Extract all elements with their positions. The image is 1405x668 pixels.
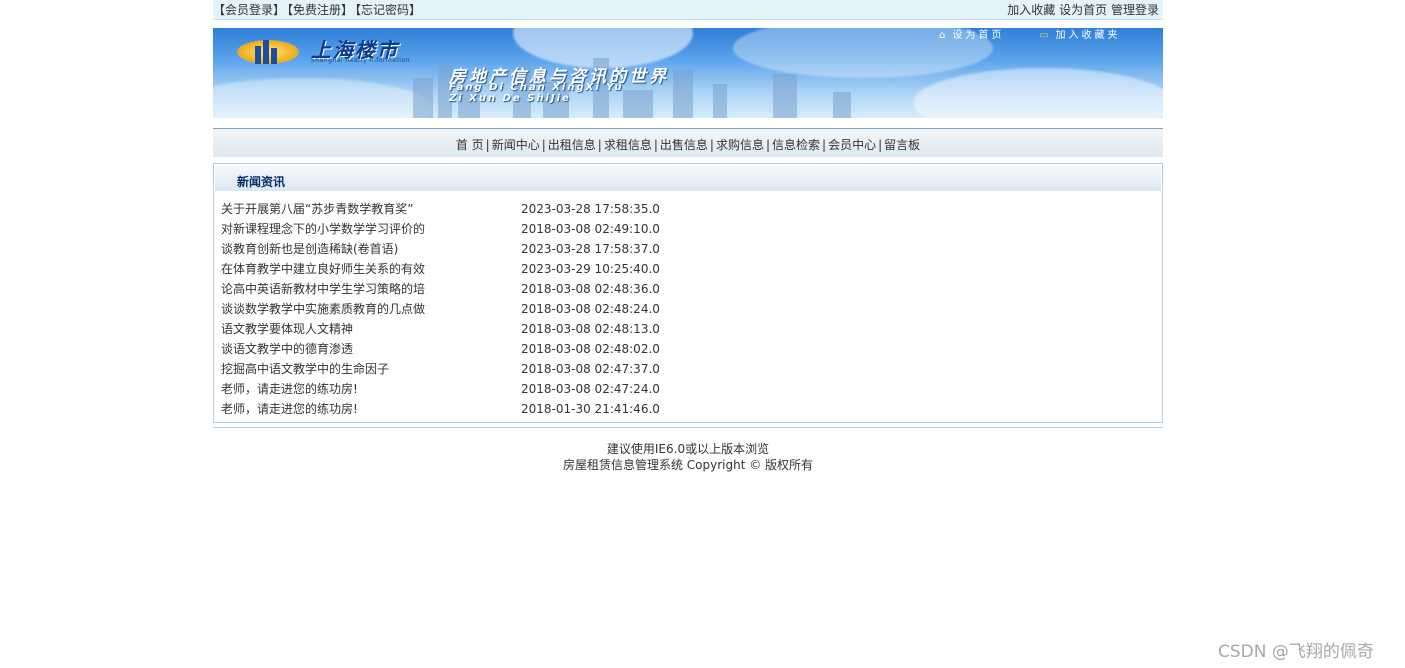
site-logo-icon — [237, 36, 303, 66]
banner-building — [773, 74, 797, 118]
news-title-link[interactable]: 关于开展第八届“苏步青数学教育奖” — [221, 199, 511, 219]
news-timestamp: 2023-03-29 10:25:40.0 — [521, 262, 660, 276]
news-panel: 新闻资讯 关于开展第八届“苏步青数学教育奖” 2023-03-28 17:58:3… — [213, 163, 1163, 423]
top-bar-left: 【会员登录】 【免费注册】 【忘记密码】 — [213, 0, 423, 20]
news-list-item: 老师，请走进您的练功房! 2018-01-30 21:41:46.0 — [214, 399, 1162, 419]
page-container: 【会员登录】【免费注册】【忘记密码】 加入收藏 设为首页 管理登录 上海楼市 — [213, 0, 1163, 473]
main-nav: 首 页 | 新闻中心 | 出租信息 | 求租信息 | 出售信息 | 求购信息 | 信息检索 | 会员中心 | 留… — [213, 128, 1163, 157]
nav-separator: | — [709, 138, 714, 152]
nav-item-guestbook[interactable]: 留言板 — [884, 138, 920, 152]
news-title-link[interactable]: 谈语文教学中的德育渗透 — [221, 339, 511, 359]
news-list: 关于开展第八届“苏步青数学教育奖” 2023-03-28 17:58:35.0 对新… — [214, 199, 1162, 419]
news-timestamp: 2018-03-08 02:48:24.0 — [521, 302, 660, 316]
nav-separator: | — [878, 138, 883, 152]
add-favorite-link[interactable]: 加入收藏 — [1007, 3, 1055, 17]
news-title-link[interactable]: 老师，请走进您的练功房! — [221, 379, 511, 399]
news-title-link[interactable]: 挖掘高中语文教学中的生命因子 — [221, 359, 511, 379]
set-homepage-link[interactable]: 设为首页 — [1059, 3, 1107, 17]
forgot-password-link[interactable]: 【忘记密码】 — [355, 3, 421, 17]
banner-cloud — [913, 68, 1163, 118]
banner-add-favorite-link[interactable]: ▭ 加入收藏夹 — [1039, 30, 1120, 42]
banner-set-home-link[interactable]: ⌂ 设为首页 — [939, 30, 1004, 42]
banner-slogan-pinyin-2: Zi Xun De ShiJie — [449, 93, 571, 104]
banner-set-home-label: 设为首页 — [952, 30, 1005, 41]
banner-building — [623, 90, 653, 118]
news-title-link[interactable]: 谈谈数学教学中实施素质教育的几点做 — [221, 299, 511, 319]
news-timestamp: 2018-03-08 02:48:02.0 — [521, 342, 660, 356]
news-list-item: 关于开展第八届“苏步青数学教育奖” 2023-03-28 17:58:35.0 — [214, 199, 1162, 219]
banner-building — [413, 78, 433, 118]
home-icon: ⌂ — [939, 30, 949, 41]
news-timestamp: 2023-03-28 17:58:37.0 — [521, 242, 660, 256]
site-banner: 上海楼市 Shanghai Realty Information 房地产信息与咨… — [213, 28, 1163, 118]
news-timestamp: 2018-03-08 02:47:24.0 — [521, 382, 660, 396]
nav-separator: | — [597, 138, 602, 152]
news-list-item: 挖掘高中语文教学中的生命因子 2018-03-08 02:47:37.0 — [214, 359, 1162, 379]
top-bar: 【会员登录】 【免费注册】 【忘记密码】 加入收藏 设为首页 管理登录 — [213, 0, 1163, 20]
news-timestamp: 2018-01-30 21:41:46.0 — [521, 402, 660, 416]
admin-login-link[interactable]: 管理登录 — [1111, 3, 1159, 17]
news-title-link[interactable]: 在体育教学中建立良好师生关系的有效 — [221, 259, 511, 279]
banner-building — [833, 92, 851, 118]
nav-separator: | — [765, 138, 771, 152]
news-timestamp: 2018-03-08 02:48:36.0 — [521, 282, 660, 296]
news-timestamp: 2018-03-08 02:48:13.0 — [521, 322, 660, 336]
news-timestamp: 2023-03-28 17:58:35.0 — [521, 202, 660, 216]
top-bar-right: 加入收藏 设为首页 管理登录 — [1007, 0, 1159, 20]
nav-item-rent-seek[interactable]: 求租信息 — [604, 138, 652, 152]
banner-slogan-pinyin-1: Fang Di Chan XingXi Yu — [449, 82, 624, 93]
news-list-item: 谈教育创新也是创造稀缺(卷首语) 2023-03-28 17:58:37.0 — [214, 239, 1162, 259]
banner-building — [713, 84, 727, 118]
news-list-item: 谈谈数学教学中实施素质教育的几点做 2018-03-08 02:48:24.0 — [214, 299, 1162, 319]
divider — [213, 427, 1163, 428]
news-panel-heading: 新闻资讯 — [215, 165, 1161, 191]
news-list-item: 谈语文教学中的德育渗透 2018-03-08 02:48:02.0 — [214, 339, 1162, 359]
news-title-link[interactable]: 论高中英语新教材中学生学习策略的培 — [221, 279, 511, 299]
favorite-icon: ▭ — [1039, 30, 1052, 41]
nav-item-info-search[interactable]: 信息检索 — [772, 138, 820, 152]
news-list-item: 语文教学要体现人文精神 2018-03-08 02:48:13.0 — [214, 319, 1162, 339]
news-list-item: 对新课程理念下的小学数学学习评价的 2018-03-08 02:49:10.0 — [214, 219, 1162, 239]
nav-item-wanted-buy[interactable]: 求购信息 — [716, 138, 764, 152]
news-list-item: 在体育教学中建立良好师生关系的有效 2023-03-29 10:25:40.0 — [214, 259, 1162, 279]
footer-browser-note: 建议使用IE6.0或以上版本浏览 — [606, 442, 770, 456]
news-title-link[interactable]: 老师，请走进您的练功房! — [221, 399, 511, 419]
footer-copyright: 房屋租赁信息管理系统 Copyright © 版权所有 — [562, 458, 814, 472]
free-register-link[interactable]: 【免费注册】 — [287, 3, 353, 17]
nav-separator: | — [541, 138, 546, 152]
nav-item-home[interactable]: 首 页 — [456, 138, 484, 152]
news-title-link[interactable]: 语文教学要体现人文精神 — [221, 319, 511, 339]
nav-item-for-sale[interactable]: 出售信息 — [660, 138, 708, 152]
banner-cloud — [213, 78, 433, 118]
news-timestamp: 2018-03-08 02:47:37.0 — [521, 362, 660, 376]
page-footer: 建议使用IE6.0或以上版本浏览 房屋租赁信息管理系统 Copyright © … — [213, 441, 1163, 473]
csdn-watermark: CSDN @飞翔的佩奇 — [1218, 642, 1374, 662]
nav-item-member-center[interactable]: 会员中心 — [828, 138, 876, 152]
member-login-link[interactable]: 【会员登录】 — [213, 3, 285, 17]
nav-separator: | — [822, 138, 827, 152]
news-title-link[interactable]: 对新课程理念下的小学数学学习评价的 — [221, 219, 511, 239]
nav-item-news-center[interactable]: 新闻中心 — [492, 138, 540, 152]
news-title-link[interactable]: 谈教育创新也是创造稀缺(卷首语) — [221, 239, 511, 259]
news-list-item: 论高中英语新教材中学生学习策略的培 2018-03-08 02:48:36.0 — [214, 279, 1162, 299]
banner-building — [673, 70, 693, 118]
site-logo-subtitle: Shanghai Realty Information — [311, 57, 410, 64]
nav-separator: | — [653, 138, 658, 152]
banner-add-favorite-label: 加入收藏夹 — [1055, 30, 1121, 41]
news-timestamp: 2018-03-08 02:49:10.0 — [521, 222, 660, 236]
nav-item-rent-out[interactable]: 出租信息 — [548, 138, 596, 152]
news-list-item: 老师，请走进您的练功房! 2018-03-08 02:47:24.0 — [214, 379, 1162, 399]
nav-separator: | — [485, 138, 490, 152]
